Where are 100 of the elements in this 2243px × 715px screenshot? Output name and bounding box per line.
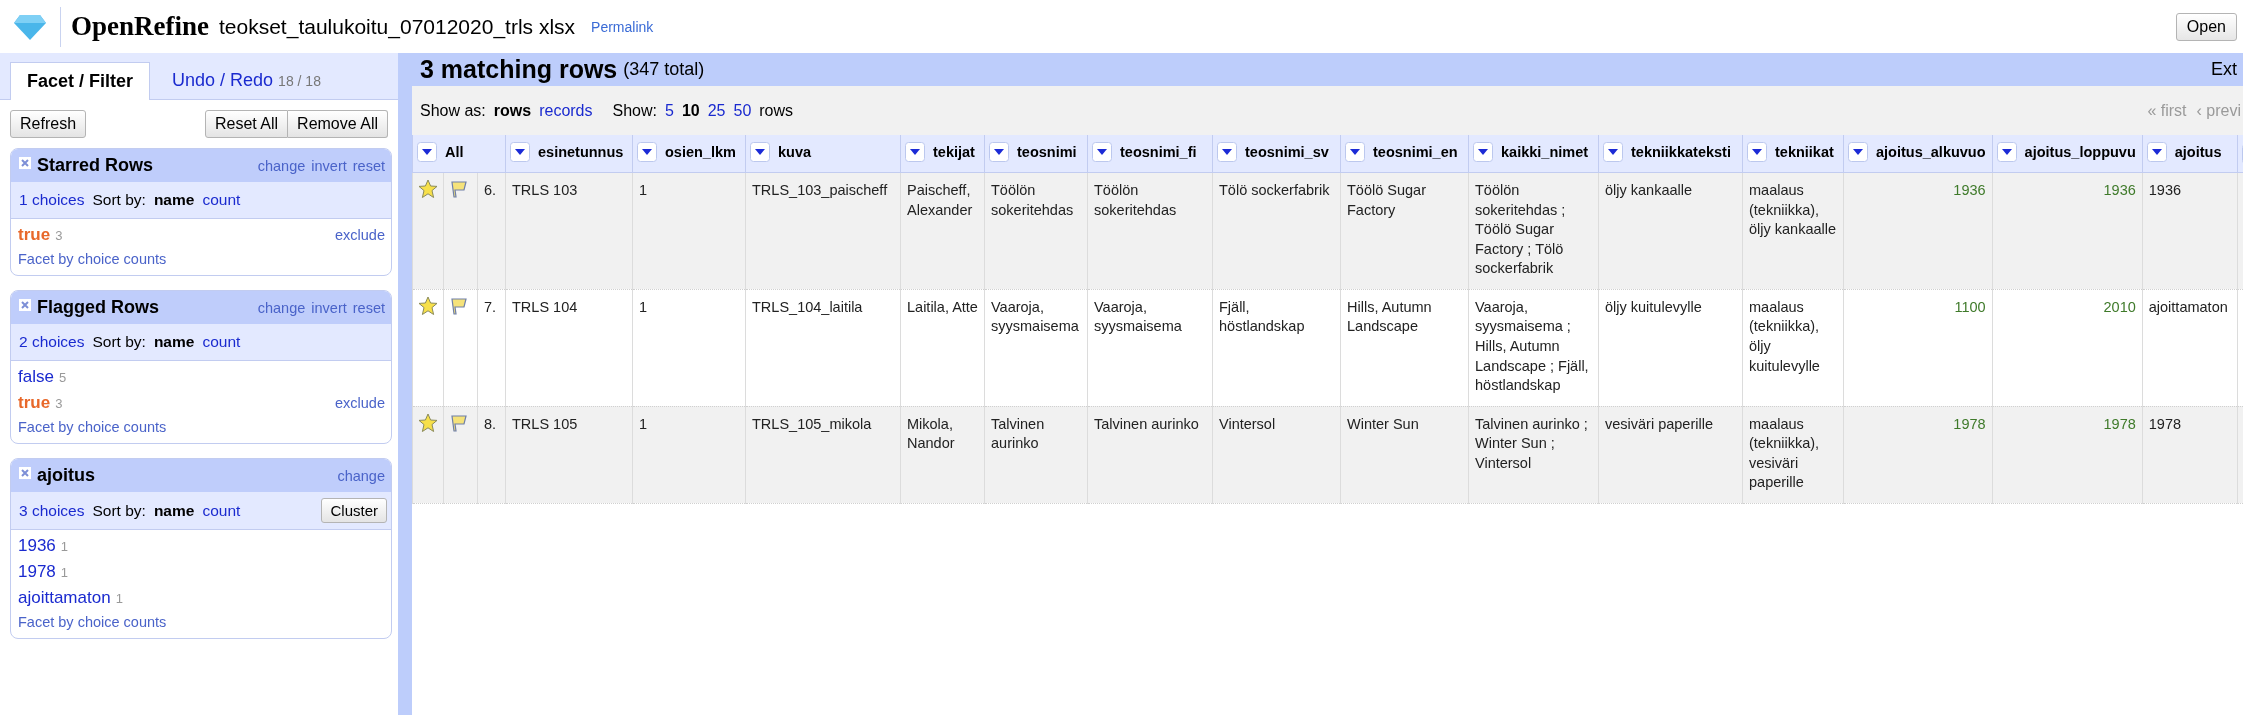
close-icon[interactable] xyxy=(19,467,31,479)
column-header[interactable]: teosnimi_en xyxy=(1340,135,1469,173)
facet-choice[interactable]: false xyxy=(18,367,54,387)
star-icon[interactable] xyxy=(418,412,438,433)
sort-option[interactable]: count xyxy=(202,333,241,351)
column-header[interactable]: teosnimi xyxy=(984,135,1088,173)
choice-count: 5 xyxy=(58,370,67,385)
column-header[interactable]: osien_lkm xyxy=(632,135,746,173)
table-cell: TRLS_105_mikola xyxy=(745,406,901,504)
dropdown-icon[interactable] xyxy=(1848,142,1868,162)
star-icon[interactable] xyxy=(418,179,438,199)
choice-count: 1 xyxy=(115,591,123,606)
dropdown-icon[interactable] xyxy=(1747,142,1767,162)
dropdown-icon[interactable] xyxy=(1345,142,1365,162)
close-icon[interactable] xyxy=(19,299,31,311)
project-name[interactable]: teokset_taulukoitu_07012020_trls xlsx xyxy=(219,14,576,39)
dropdown-icon[interactable] xyxy=(1217,142,1237,162)
choices-count-link[interactable]: 2 choices xyxy=(19,333,85,351)
column-header[interactable]: kuva xyxy=(745,135,901,173)
facet-choice[interactable]: ajoittamaton xyxy=(18,588,111,608)
facet-by-counts-link[interactable]: Facet by choice counts xyxy=(18,251,385,267)
column-header[interactable]: All xyxy=(412,135,506,173)
choices-count-link[interactable]: 1 choices xyxy=(19,191,85,209)
sort-label: Sort by: xyxy=(92,191,146,209)
page-size-option[interactable]: 5 xyxy=(665,101,674,120)
facet-action-link[interactable]: reset xyxy=(352,157,385,174)
exclude-link[interactable]: exclude xyxy=(335,227,385,243)
star-icon[interactable] xyxy=(418,295,438,316)
column-header[interactable]: teosnimi_sv xyxy=(1212,135,1341,173)
panel-tab[interactable]: Facet / Filter xyxy=(10,62,151,100)
sort-option[interactable]: name xyxy=(153,333,195,351)
column-header[interactable]: teosnimi_fi xyxy=(1087,135,1213,173)
table-cell: Talvinen aurinko xyxy=(984,406,1088,504)
cluster-button[interactable]: Cluster xyxy=(321,498,387,523)
sort-label: Sort by: xyxy=(92,501,146,520)
dropdown-icon[interactable] xyxy=(637,142,657,162)
dropdown-icon[interactable] xyxy=(750,142,770,162)
dropdown-icon[interactable] xyxy=(1473,142,1493,162)
app-name: OpenRefine xyxy=(71,11,209,42)
choice-count: 1 xyxy=(60,565,69,580)
table-cell: vesiväri paperille xyxy=(1598,406,1743,504)
facet-action-link[interactable]: reset xyxy=(352,299,385,316)
column-header[interactable]: tekijat xyxy=(900,135,985,173)
exclude-link[interactable]: exclude xyxy=(335,395,385,411)
table-cell: TRLS 105 xyxy=(505,406,633,504)
rows-label: rows xyxy=(759,101,794,120)
matching-rows-count: 3 matching rows xyxy=(420,55,618,84)
facet-action-link[interactable]: change xyxy=(337,467,385,484)
flag-icon[interactable] xyxy=(449,412,469,433)
dropdown-icon[interactable] xyxy=(510,142,530,162)
sort-option[interactable]: count xyxy=(202,501,241,520)
sort-option[interactable]: name xyxy=(153,501,195,520)
sort-option[interactable]: count xyxy=(202,191,241,209)
column-header[interactable]: ajoitus xyxy=(2142,135,2238,173)
open-button[interactable]: Open xyxy=(2175,12,2237,41)
view-mode-option[interactable]: rows xyxy=(493,101,532,120)
dropdown-icon[interactable] xyxy=(417,142,437,162)
dropdown-icon[interactable] xyxy=(905,142,925,162)
table-cell: Vintersol xyxy=(1212,406,1341,504)
remove-all-button[interactable]: Remove All xyxy=(288,110,388,138)
table-cell: Mikola, Nandor xyxy=(900,406,985,504)
table-cell: 1978 xyxy=(2142,406,2238,504)
view-mode-option[interactable]: records xyxy=(539,101,593,120)
facet-title: Flagged Rows xyxy=(37,297,159,318)
diamond-logo-icon xyxy=(14,13,46,40)
facet-choice[interactable]: 1936 xyxy=(18,536,56,556)
column-header[interactable]: tekniikkateksti xyxy=(1598,135,1743,173)
facet-by-counts-link[interactable]: Facet by choice counts xyxy=(18,614,385,630)
show-label: Show: xyxy=(612,101,657,120)
facet-title: Starred Rows xyxy=(37,155,154,176)
refresh-button[interactable]: Refresh xyxy=(10,110,87,138)
row-number: 6. xyxy=(477,172,506,290)
extensions-menu[interactable]: Ext xyxy=(2211,59,2237,80)
page-size-option[interactable]: 25 xyxy=(707,101,726,120)
facet-choice[interactable]: 1978 xyxy=(18,562,56,582)
dropdown-icon[interactable] xyxy=(1603,142,1623,162)
flag-icon[interactable] xyxy=(449,295,469,316)
column-header[interactable]: tekniikat xyxy=(1742,135,1844,173)
column-header[interactable]: esinetunnus xyxy=(505,135,633,173)
table-cell: 1978 xyxy=(1843,406,1993,504)
dropdown-icon[interactable] xyxy=(2146,142,2167,162)
column-header[interactable]: ajoitus_alkuvuo xyxy=(1843,135,1993,173)
column-header[interactable]: ajoitus_loppuvu xyxy=(1992,135,2143,173)
page-size-option[interactable]: 50 xyxy=(733,101,752,120)
table-cell: 1978 xyxy=(1992,406,2143,504)
facet-by-counts-link[interactable]: Facet by choice counts xyxy=(18,419,385,435)
reset-all-button[interactable]: Reset All xyxy=(204,110,289,138)
flag-icon[interactable] xyxy=(449,179,469,199)
dropdown-icon[interactable] xyxy=(989,142,1009,162)
column-header[interactable]: kaikki_nimet xyxy=(1468,135,1599,173)
page-size-option[interactable]: 10 xyxy=(681,101,700,120)
close-icon[interactable] xyxy=(19,157,31,169)
row-number: 8. xyxy=(477,406,506,504)
choices-count-link[interactable]: 3 choices xyxy=(19,501,85,520)
total-count: (347 total) xyxy=(623,59,705,80)
dropdown-icon[interactable] xyxy=(1092,142,1112,162)
sort-option[interactable]: name xyxy=(153,191,195,209)
dropdown-icon[interactable] xyxy=(1996,142,2017,162)
panel-tab[interactable]: Undo / Redo 18 / 18 xyxy=(156,62,337,99)
permalink-link[interactable]: Permalink xyxy=(591,18,654,35)
